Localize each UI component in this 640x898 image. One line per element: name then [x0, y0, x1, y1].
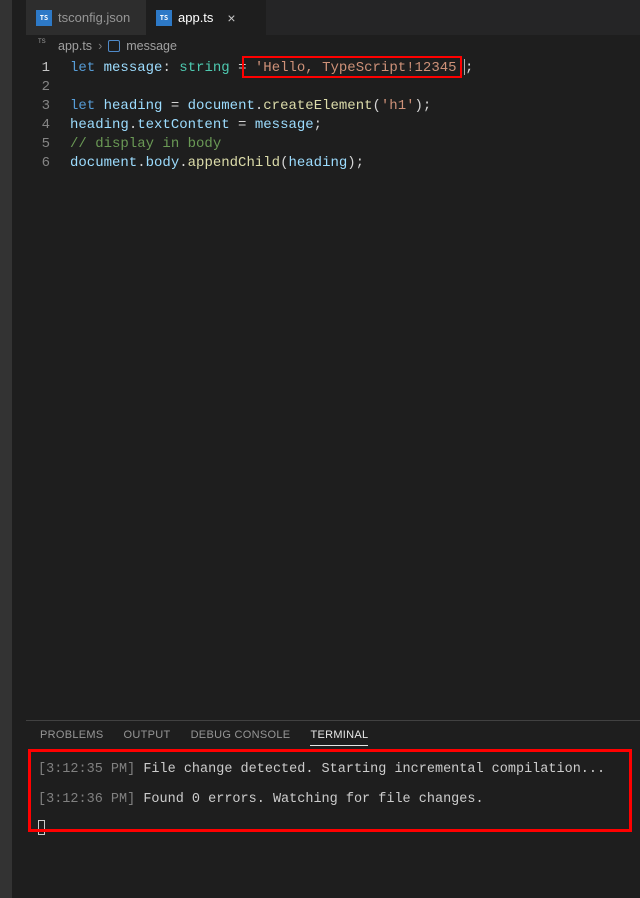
tab-tsconfig[interactable]: TS tsconfig.json [26, 0, 146, 35]
code-line: 6 document.body.appendChild(heading); [26, 154, 640, 173]
breadcrumb[interactable]: TS app.ts › message [26, 35, 640, 57]
panel-tabs: PROBLEMS OUTPUT DEBUG CONSOLE TERMINAL [26, 721, 640, 750]
ts-icon: TS [156, 10, 172, 26]
line-number: 5 [26, 135, 70, 154]
code-line: 5 // display in body [26, 135, 640, 154]
terminal-line: [3:12:36 PM] Found 0 errors. Watching fo… [38, 788, 628, 812]
line-number: 1 [26, 59, 70, 78]
tab-app-ts[interactable]: TS app.ts × [146, 0, 266, 35]
activity-bar-sliver [0, 0, 12, 898]
code-line: 3 let heading = document.createElement('… [26, 97, 640, 116]
tab-label: app.ts [178, 10, 213, 25]
code-line: 2 [26, 78, 640, 97]
breadcrumb-symbol: message [126, 39, 177, 53]
terminal-output[interactable]: [3:12:35 PM] File change detected. Start… [26, 750, 640, 853]
tab-problems[interactable]: PROBLEMS [40, 729, 104, 746]
chevron-right-icon: › [98, 39, 102, 53]
code-line: 4 heading.textContent = message; [26, 116, 640, 135]
line-number: 4 [26, 116, 70, 135]
line-number: 3 [26, 97, 70, 116]
code-line: 1 let message: string = 'Hello, TypeScri… [26, 59, 640, 78]
ts-icon: TS [36, 10, 52, 26]
tab-terminal[interactable]: TERMINAL [310, 729, 368, 746]
tab-bar: TS tsconfig.json TS app.ts × [26, 0, 640, 35]
close-icon[interactable]: × [227, 10, 235, 26]
tab-debug-console[interactable]: DEBUG CONSOLE [191, 729, 291, 746]
breadcrumb-file: app.ts [58, 39, 92, 53]
terminal-cursor [38, 820, 628, 845]
tab-label: tsconfig.json [58, 10, 130, 25]
line-number: 6 [26, 154, 70, 173]
code-editor[interactable]: 1 let message: string = 'Hello, TypeScri… [26, 57, 640, 173]
ts-icon: TS [38, 39, 52, 53]
symbol-icon [108, 40, 120, 52]
tab-output[interactable]: OUTPUT [124, 729, 171, 746]
bottom-panel: PROBLEMS OUTPUT DEBUG CONSOLE TERMINAL [… [26, 720, 640, 898]
terminal-line: [3:12:35 PM] File change detected. Start… [38, 758, 628, 782]
line-number: 2 [26, 78, 70, 97]
